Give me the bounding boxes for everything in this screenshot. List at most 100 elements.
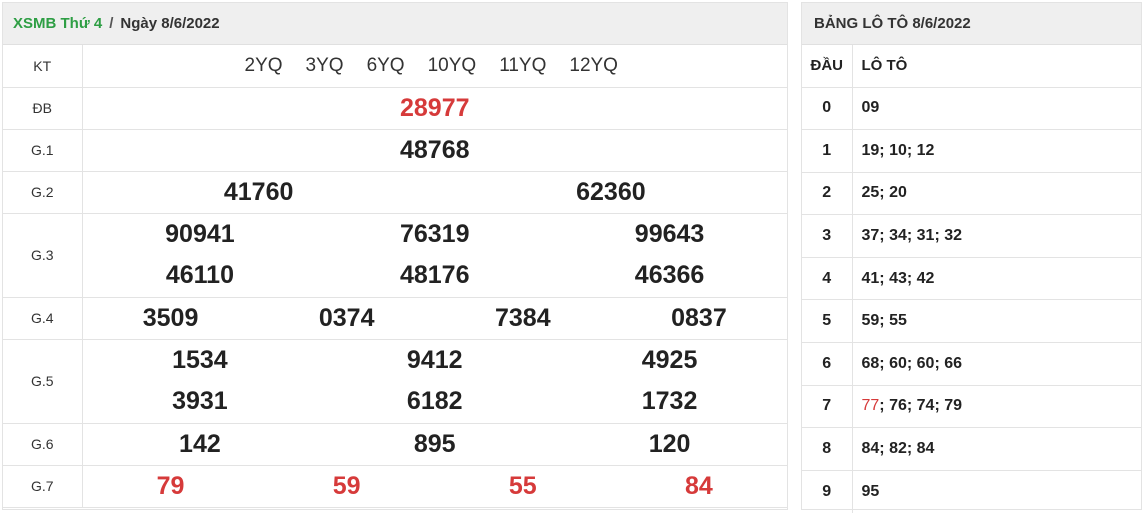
loto-number: 95: [861, 482, 880, 500]
loto-separator: ;: [879, 269, 890, 287]
prize-row: G.7 79 59 55 84: [3, 465, 787, 508]
prize-number: 41760: [223, 177, 294, 206]
loto-number: 66: [944, 354, 963, 372]
loto-separator: ;: [906, 397, 917, 415]
loto-separator: ;: [879, 184, 890, 202]
loto-number: 32: [944, 227, 963, 245]
loto-row: 3 37; 34; 31; 32: [802, 214, 1141, 258]
prize-row: G.4 3509 0374 7384 0837: [3, 297, 787, 340]
loto-row: 0 09: [802, 87, 1141, 131]
loto-table: ĐẦU LÔ TÔ 0 09 1 19; 10; 12 2 25; 20 3 37; 34; …: [802, 45, 1141, 513]
loto-values: 37; 34; 31; 32: [852, 214, 1141, 258]
loto-panel: BẢNG LÔ TÔ 8/6/2022 ĐẦU LÔ TÔ 0 09 1 19; 10…: [801, 2, 1142, 513]
results-table: KT 2YQ 3YQ 6YQ 10YQ 11YQ 12YQ ĐB 28977 G.1 48768 G.…: [3, 45, 787, 508]
prize-row: G.2 41760 62360: [3, 171, 787, 214]
prize-label: G.2: [3, 171, 83, 214]
draw-code: 6YQ: [366, 54, 405, 76]
prize-number: 84: [685, 471, 713, 500]
col-dau: ĐẦU: [802, 45, 853, 88]
prize-label: G.4: [3, 297, 83, 340]
draw-code: 10YQ: [427, 54, 477, 76]
loto-number: 34: [889, 227, 907, 245]
prize-row: G.6 142 895 120: [3, 423, 787, 466]
loto-number: 84: [861, 440, 880, 458]
prize-label: G.5: [3, 339, 83, 424]
loto-separator: ;: [934, 354, 945, 372]
loto-number: 84: [916, 440, 935, 458]
prize-number: 48176: [399, 261, 470, 289]
loto-values: 95: [852, 470, 1141, 513]
prize-number: 59: [332, 471, 361, 500]
loto-separator: ;: [879, 227, 890, 245]
loto-number: 55: [889, 312, 907, 330]
loto-separator: ;: [879, 141, 890, 159]
loto-values: 59; 55: [852, 299, 1141, 344]
prize-row: ĐB 28977: [3, 87, 787, 130]
draw-codes: 2YQ 3YQ 6YQ 10YQ 11YQ 12YQ: [83, 55, 788, 77]
results-panel: XSMB Thứ 4 / Ngày 8/6/2022 KT 2YQ 3YQ 6YQ 10…: [2, 2, 788, 510]
loto-number: 09: [861, 99, 880, 117]
prize-number: 7384: [495, 303, 551, 332]
prize-label: G.7: [3, 465, 83, 508]
prize-number: 46366: [634, 261, 705, 289]
loto-number: 41: [861, 269, 880, 287]
draw-code: 3YQ: [305, 54, 344, 76]
loto-number: 42: [916, 269, 935, 287]
loto-dau: 1: [802, 129, 853, 173]
loto-header: BẢNG LÔ TÔ 8/6/2022: [802, 3, 1141, 45]
loto-dau: 9: [802, 470, 853, 513]
prize-label: G.6: [3, 423, 83, 466]
brand-link[interactable]: XSMB Thứ 4: [13, 15, 102, 32]
prize-number: 28977: [399, 93, 470, 122]
prize-row: G.5 1534 9412 4925 3931 6182 1732: [3, 339, 787, 424]
loto-values: 25; 20: [852, 172, 1141, 216]
loto-row: 8 84; 82; 84: [802, 427, 1141, 471]
loto-separator: ;: [906, 354, 917, 372]
prize-number: 4925: [641, 346, 698, 374]
loto-values: 19; 10; 12: [852, 129, 1141, 173]
loto-row: 7 77; 76; 74; 79: [802, 385, 1141, 429]
loto-dau: 0: [802, 87, 853, 131]
prize-row: G.1 48768: [3, 129, 787, 172]
loto-values: 77; 76; 74; 79: [852, 385, 1141, 429]
prize-number: 1534: [172, 346, 228, 374]
prize-number: 120: [648, 429, 691, 458]
loto-number: 19: [861, 141, 880, 159]
loto-number: 10: [889, 141, 907, 159]
loto-title: BẢNG LÔ TÔ 8/6/2022: [814, 15, 971, 32]
loto-separator: ;: [879, 312, 890, 330]
prize-number: 62360: [576, 177, 646, 206]
prize-number: 3509: [142, 303, 199, 332]
loto-number: 76: [889, 397, 907, 415]
loto-number: 82: [889, 440, 907, 458]
prize-label: G.3: [3, 213, 83, 298]
prize-number: 48768: [399, 135, 470, 164]
loto-dau: 3: [802, 214, 853, 258]
loto-number: 77: [861, 397, 880, 415]
loto-number: 37: [861, 227, 880, 245]
loto-separator: ;: [906, 269, 917, 287]
results-header: XSMB Thứ 4 / Ngày 8/6/2022: [3, 3, 787, 45]
loto-separator: ;: [934, 227, 945, 245]
prize-number: 1732: [641, 387, 698, 415]
draw-date: Ngày 8/6/2022: [120, 15, 220, 32]
kt-label: KT: [3, 45, 83, 88]
loto-number: 12: [916, 141, 935, 159]
kt-row: KT 2YQ 3YQ 6YQ 10YQ 11YQ 12YQ: [3, 45, 788, 88]
loto-values: 09: [852, 87, 1141, 131]
draw-code: 2YQ: [244, 54, 283, 76]
draw-code: 12YQ: [569, 54, 618, 76]
loto-header-row: ĐẦU LÔ TÔ: [802, 45, 1141, 88]
draw-code: 11YQ: [499, 54, 547, 76]
loto-number: 68: [861, 354, 880, 372]
col-loto: LÔ TÔ: [852, 45, 1141, 88]
prize-row: G.3 90941 76319 99643 46110 48176 46366: [3, 213, 787, 298]
loto-number: 74: [916, 397, 935, 415]
loto-separator: ;: [879, 440, 890, 458]
loto-number: 43: [889, 269, 907, 287]
prize-number: 90941: [165, 220, 235, 248]
loto-number: 79: [944, 397, 963, 415]
loto-separator: ;: [879, 397, 890, 415]
loto-number: 60: [889, 354, 907, 372]
loto-number: 59: [861, 312, 880, 330]
